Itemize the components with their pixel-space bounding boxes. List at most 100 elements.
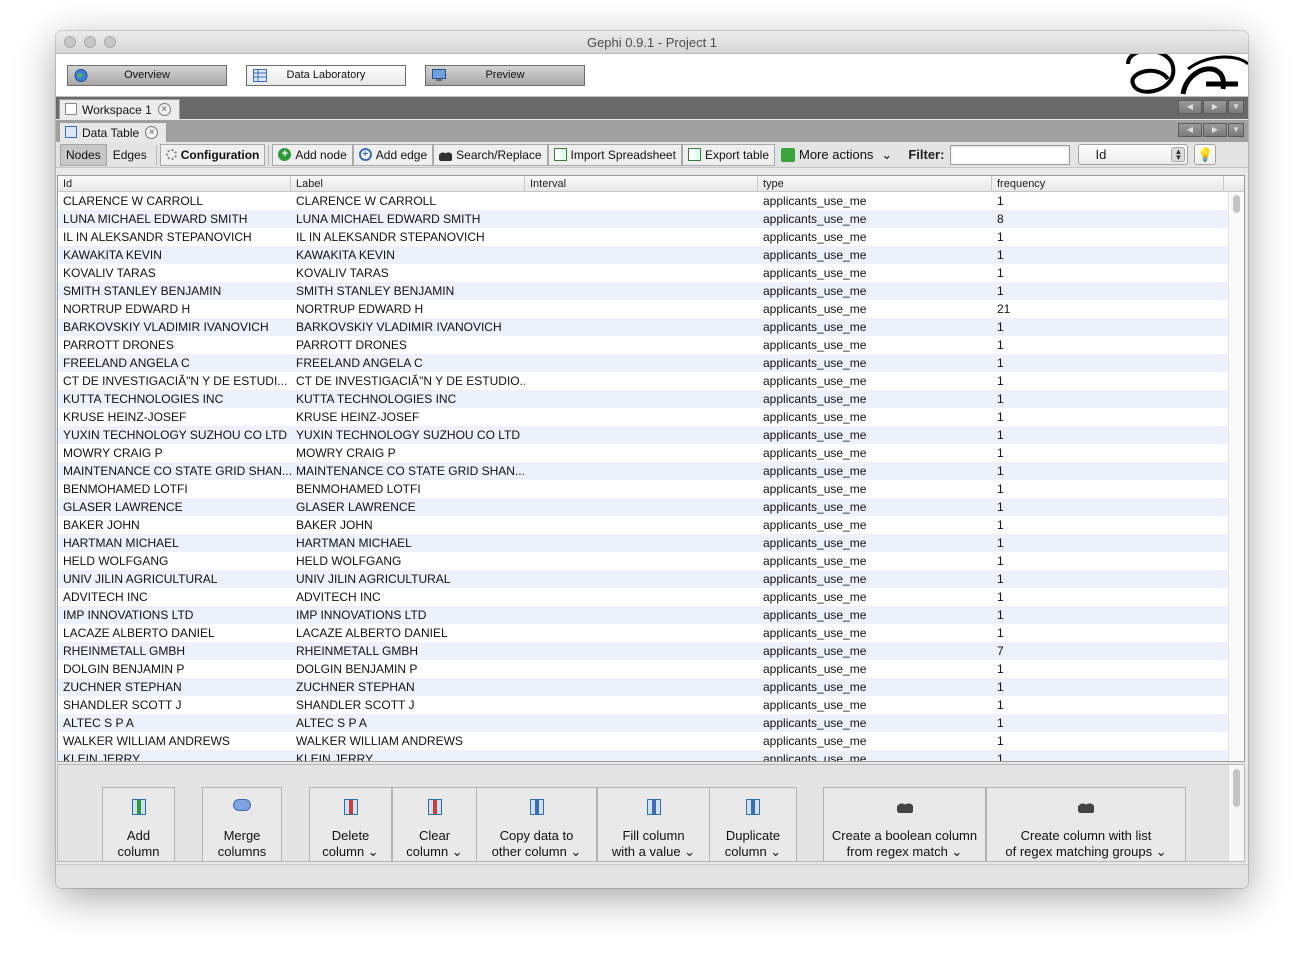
table-row[interactable]: FREELAND ANGELA C FREELAND ANGELA C applic… — [58, 354, 1230, 372]
table-cell[interactable]: ADVITECH INC — [58, 588, 291, 606]
table-cell[interactable]: WALKER WILLIAM ANDREWS — [291, 732, 525, 750]
table-cell[interactable]: 1 — [992, 192, 1224, 210]
table-row[interactable]: YUXIN TECHNOLOGY SUZHOU CO LTD YUXIN TECH… — [58, 426, 1230, 444]
table-cell[interactable]: SHANDLER SCOTT J — [291, 696, 525, 714]
table-cell[interactable]: applicants_use_me — [758, 444, 992, 462]
table-cell[interactable] — [525, 210, 758, 228]
table-cell[interactable]: applicants_use_me — [758, 354, 992, 372]
table-cell[interactable]: MAINTENANCE CO STATE GRID SHAN... — [58, 462, 291, 480]
table-cell[interactable]: 1 — [992, 282, 1224, 300]
table-row[interactable]: LUNA MICHAEL EDWARD SMITH LUNA MICHAEL ED… — [58, 210, 1230, 228]
data-table-tab[interactable]: Data Table × — [59, 122, 168, 142]
table-row[interactable]: KOVALIV TARAS KOVALIV TARAS applicants_use… — [58, 264, 1230, 282]
table-cell[interactable] — [525, 444, 758, 462]
table-row[interactable]: MAINTENANCE CO STATE GRID SHAN... MAINTEN… — [58, 462, 1230, 480]
table-row[interactable]: KRUSE HEINZ-JOSEF KRUSE HEINZ-JOSEF applic… — [58, 408, 1230, 426]
table-cell[interactable]: YUXIN TECHNOLOGY SUZHOU CO LTD — [58, 426, 291, 444]
configuration-button[interactable]: Configuration — [159, 143, 266, 166]
table-cell[interactable]: 1 — [992, 498, 1224, 516]
table-row[interactable]: KUTTA TECHNOLOGIES INC KUTTA TECHNOLOGIES… — [58, 390, 1230, 408]
table-cell[interactable]: 1 — [992, 714, 1224, 732]
table-row[interactable]: UNIV JILIN AGRICULTURAL UNIV JILIN AGRICU… — [58, 570, 1230, 588]
table-row[interactable]: LACAZE ALBERTO DANIEL LACAZE ALBERTO DANI… — [58, 624, 1230, 642]
edges-toggle[interactable]: Edges — [107, 144, 153, 166]
table-cell[interactable] — [525, 354, 758, 372]
table-cell[interactable]: 1 — [992, 426, 1224, 444]
table-cell[interactable]: applicants_use_me — [758, 498, 992, 516]
action-button[interactable]: Copy data to other column ⌄ — [476, 787, 597, 861]
export-table-button[interactable]: Export table — [681, 143, 775, 166]
table-row[interactable]: DOLGIN BENJAMIN P DOLGIN BENJAMIN P applic… — [58, 660, 1230, 678]
close-icon[interactable]: × — [157, 103, 171, 116]
arrow-right-icon[interactable]: ▶ — [1203, 123, 1227, 137]
table-cell[interactable]: applicants_use_me — [758, 282, 992, 300]
table-cell[interactable]: applicants_use_me — [758, 246, 992, 264]
table-cell[interactable]: FREELAND ANGELA C — [58, 354, 291, 372]
action-button[interactable]: Fill column with a value ⌄ — [597, 787, 710, 861]
table-cell[interactable]: DOLGIN BENJAMIN P — [291, 660, 525, 678]
table-cell[interactable]: IL IN ALEKSANDR STEPANOVICH — [291, 228, 525, 246]
table-cell[interactable]: 1 — [992, 552, 1224, 570]
table-row[interactable]: IL IN ALEKSANDR STEPANOVICH IL IN ALEKSAN… — [58, 228, 1230, 246]
arrow-left-icon[interactable]: ◀ — [1178, 100, 1202, 114]
zoom-window-button[interactable] — [104, 36, 116, 48]
table-cell[interactable] — [525, 300, 758, 318]
table-cell[interactable] — [525, 318, 758, 336]
column-header-type[interactable]: type — [758, 176, 992, 192]
table-row[interactable]: PARROTT DRONES PARROTT DRONES applicants_u… — [58, 336, 1230, 354]
table-cell[interactable]: 1 — [992, 516, 1224, 534]
table-cell[interactable]: IMP INNOVATIONS LTD — [58, 606, 291, 624]
table-cell[interactable]: applicants_use_me — [758, 210, 992, 228]
table-cell[interactable]: 1 — [992, 660, 1224, 678]
table-cell[interactable]: applicants_use_me — [758, 264, 992, 282]
table-cell[interactable]: 1 — [992, 228, 1224, 246]
table-cell[interactable]: KUTTA TECHNOLOGIES INC — [291, 390, 525, 408]
table-cell[interactable]: ZUCHNER STEPHAN — [58, 678, 291, 696]
add-node-button[interactable]: + Add node — [272, 143, 353, 166]
table-row[interactable]: GLASER LAWRENCE GLASER LAWRENCE applicants… — [58, 498, 1230, 516]
chevron-down-icon[interactable]: ▼ — [1228, 100, 1244, 114]
table-cell[interactable] — [525, 426, 758, 444]
table-cell[interactable]: BENMOHAMED LOTFI — [58, 480, 291, 498]
table-cell[interactable]: HELD WOLFGANG — [58, 552, 291, 570]
table-cell[interactable] — [525, 534, 758, 552]
table-cell[interactable]: BENMOHAMED LOTFI — [291, 480, 525, 498]
table-cell[interactable]: SMITH STANLEY BENJAMIN — [291, 282, 525, 300]
table-row[interactable]: KAWAKITA KEVIN KAWAKITA KEVIN applicants_u… — [58, 246, 1230, 264]
table-cell[interactable]: PARROTT DRONES — [58, 336, 291, 354]
action-button[interactable]: Create column with list of regex matching… — [986, 787, 1186, 861]
table-cell[interactable] — [525, 246, 758, 264]
table-cell[interactable]: applicants_use_me — [758, 606, 992, 624]
table-row[interactable]: ALTEC S P A ALTEC S P A applicants_use_me 1 — [58, 714, 1230, 732]
table-cell[interactable] — [525, 390, 758, 408]
table-cell[interactable]: KAWAKITA KEVIN — [58, 246, 291, 264]
table-cell[interactable]: KUTTA TECHNOLOGIES INC — [58, 390, 291, 408]
table-cell[interactable]: GLASER LAWRENCE — [291, 498, 525, 516]
action-button[interactable]: Create a boolean column from regex match … — [823, 787, 986, 861]
table-cell[interactable]: FREELAND ANGELA C — [291, 354, 525, 372]
column-header-label[interactable]: Label — [291, 176, 525, 192]
table-cell[interactable]: 1 — [992, 390, 1224, 408]
table-cell[interactable]: ADVITECH INC — [291, 588, 525, 606]
table-cell[interactable]: MAINTENANCE CO STATE GRID SHAN... — [291, 462, 525, 480]
table-cell[interactable]: KOVALIV TARAS — [58, 264, 291, 282]
table-cell[interactable]: 1 — [992, 318, 1224, 336]
table-cell[interactable]: 21 — [992, 300, 1224, 318]
search-replace-button[interactable]: Search/Replace — [433, 143, 548, 166]
action-button[interactable]: Clear column ⌄ — [392, 787, 477, 861]
table-cell[interactable]: NORTRUP EDWARD H — [58, 300, 291, 318]
table-cell[interactable] — [525, 570, 758, 588]
close-icon[interactable]: × — [145, 126, 159, 139]
table-cell[interactable]: 1 — [992, 588, 1224, 606]
table-cell[interactable] — [525, 588, 758, 606]
table-cell[interactable]: PARROTT DRONES — [291, 336, 525, 354]
table-cell[interactable]: applicants_use_me — [758, 390, 992, 408]
table-cell[interactable]: 1 — [992, 678, 1224, 696]
table-cell[interactable]: applicants_use_me — [758, 552, 992, 570]
table-cell[interactable]: CLARENCE W CARROLL — [291, 192, 525, 210]
table-cell[interactable] — [525, 660, 758, 678]
table-cell[interactable]: 1 — [992, 408, 1224, 426]
table-cell[interactable]: YUXIN TECHNOLOGY SUZHOU CO LTD — [291, 426, 525, 444]
table-cell[interactable]: RHEINMETALL GMBH — [291, 642, 525, 660]
table-cell[interactable]: applicants_use_me — [758, 696, 992, 714]
